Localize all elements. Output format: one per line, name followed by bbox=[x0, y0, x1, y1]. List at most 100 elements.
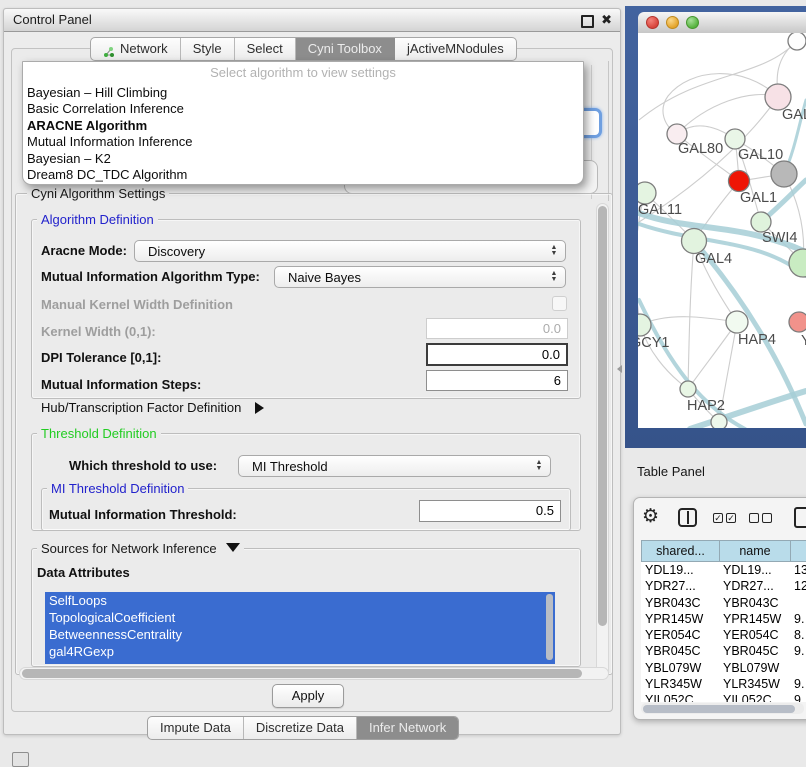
attribute-list-item[interactable]: SelfLoops bbox=[45, 592, 555, 609]
mi-threshold-field[interactable]: 0.5 bbox=[419, 500, 561, 522]
network-node-node-bottom[interactable] bbox=[711, 414, 727, 428]
network-edge[interactable] bbox=[640, 317, 737, 325]
table-cell[interactable]: YIL052C bbox=[641, 692, 719, 702]
network-node-gal11[interactable] bbox=[638, 182, 656, 204]
minimize-traffic-light[interactable] bbox=[666, 16, 679, 29]
control-panel-titlebar[interactable]: Control Panel ✖ bbox=[4, 9, 620, 32]
table-cell[interactable]: 8. bbox=[790, 627, 806, 643]
expander-expanded-icon[interactable] bbox=[226, 543, 240, 552]
mi-algorithm-type-combobox[interactable]: Naive Bayes ▲▼ bbox=[274, 266, 566, 288]
network-edge[interactable] bbox=[688, 322, 737, 389]
table-row[interactable]: YBL079WYBL079W bbox=[641, 660, 806, 676]
column-header-name[interactable]: name bbox=[719, 540, 790, 562]
table-horizontal-scrollbar-thumb[interactable] bbox=[643, 705, 795, 713]
settings-horizontal-scrollbar-thumb[interactable] bbox=[22, 669, 582, 678]
attribute-list-item[interactable]: BetweennessCentrality bbox=[45, 626, 555, 643]
settings-vertical-scrollbar-thumb[interactable] bbox=[598, 206, 607, 626]
network-canvas[interactable]: GALGAL80GAL10GAL1GAL11GAL4SWI4GCY1HAP4YH… bbox=[638, 33, 806, 428]
table-cell[interactable]: YIL052C bbox=[719, 692, 790, 702]
table-cell[interactable]: YDR27... bbox=[641, 578, 719, 594]
table-cell[interactable]: YPR145W bbox=[719, 611, 790, 627]
table-cell[interactable]: YDL19... bbox=[641, 562, 719, 578]
column-layout-icon[interactable] bbox=[678, 508, 697, 527]
zoom-traffic-light[interactable] bbox=[686, 16, 699, 29]
table-cell[interactable]: YER054C bbox=[719, 627, 790, 643]
network-node-big-right[interactable] bbox=[789, 249, 806, 277]
aracne-mode-combobox[interactable]: Discovery ▲▼ bbox=[134, 240, 566, 262]
table-cell[interactable]: YER054C bbox=[641, 627, 719, 643]
table-cell[interactable] bbox=[790, 595, 806, 611]
algorithm-list-item[interactable]: Mutual Information Inference bbox=[27, 134, 579, 150]
network-edge[interactable] bbox=[677, 95, 778, 134]
which-threshold-combobox[interactable]: MI Threshold ▲▼ bbox=[238, 455, 551, 477]
table-cell[interactable]: YLR345W bbox=[719, 676, 790, 692]
table-row[interactable]: YDR27...YDR27...12 bbox=[641, 578, 806, 594]
minimized-panel-icon[interactable] bbox=[12, 752, 29, 767]
tab-style[interactable]: Style bbox=[181, 38, 235, 60]
table-cell[interactable]: 9. bbox=[790, 692, 806, 702]
network-node-gal4[interactable] bbox=[682, 229, 707, 254]
table-horizontal-scrollbar[interactable] bbox=[641, 703, 804, 714]
stepper-arrows-icon[interactable]: ▲▼ bbox=[545, 271, 565, 283]
stepper-arrows-icon[interactable]: ▲▼ bbox=[545, 245, 565, 257]
deselect-all-columns-icon[interactable] bbox=[749, 513, 772, 523]
algorithm-list-item[interactable]: ARACNE Algorithm bbox=[27, 118, 579, 134]
expander-collapsed-icon[interactable] bbox=[255, 402, 264, 414]
column-header-shared-[interactable]: shared... bbox=[641, 540, 719, 562]
table-cell[interactable]: YDL19... bbox=[719, 562, 790, 578]
table-cell[interactable]: YBR043C bbox=[641, 595, 719, 611]
table-cell[interactable]: YPR145W bbox=[641, 611, 719, 627]
table-cell[interactable]: YBR045C bbox=[641, 643, 719, 659]
table-cell[interactable]: 9. bbox=[790, 676, 806, 692]
table-cell[interactable]: YBR043C bbox=[719, 595, 790, 611]
table-row[interactable]: YPR145WYPR145W9. bbox=[641, 611, 806, 627]
table-cell[interactable]: 13 bbox=[790, 562, 806, 578]
network-node-hap4[interactable] bbox=[726, 311, 748, 333]
attribute-list-item[interactable]: gal4RGexp bbox=[45, 643, 555, 660]
network-window-titlebar[interactable] bbox=[638, 12, 806, 34]
table-cell[interactable]: 9. bbox=[790, 643, 806, 659]
table-cell[interactable]: 9. bbox=[790, 611, 806, 627]
table-row[interactable]: YBR045CYBR045C9. bbox=[641, 643, 806, 659]
data-attributes-list[interactable]: SelfLoopsTopologicalCoefficientBetweenne… bbox=[45, 592, 555, 664]
table-cell[interactable]: YBR045C bbox=[719, 643, 790, 659]
table-row[interactable]: YIL052CYIL052C9. bbox=[641, 692, 806, 702]
table-cell[interactable] bbox=[790, 660, 806, 676]
sources-title[interactable]: Sources for Network Inference bbox=[37, 541, 244, 556]
table-row[interactable]: YDL19...YDL19...13 bbox=[641, 562, 806, 578]
table-cell[interactable]: YDR27... bbox=[719, 578, 790, 594]
table-row[interactable]: YBR043CYBR043C bbox=[641, 595, 806, 611]
tab-infer-network[interactable]: Infer Network bbox=[357, 717, 458, 739]
kernel-width-field[interactable]: 0.0 bbox=[426, 318, 568, 339]
settings-gear-icon[interactable]: ⚙ bbox=[642, 506, 659, 528]
tab-cyni-toolbox[interactable]: Cyni Toolbox bbox=[296, 38, 395, 60]
tab-impute-data[interactable]: Impute Data bbox=[148, 717, 244, 739]
attribute-list-item[interactable]: TopologicalCoefficient bbox=[45, 609, 555, 626]
hub-tf-definition-expander[interactable]: Hub/Transcription Factor Definition bbox=[41, 400, 264, 415]
network-node-swi4[interactable] bbox=[751, 212, 771, 232]
network-node-salmon-node[interactable] bbox=[789, 312, 806, 332]
algorithm-list-item[interactable]: Basic Correlation Inference bbox=[27, 101, 579, 117]
select-all-columns-icon[interactable]: ✓ ✓ bbox=[713, 513, 736, 523]
list-scrollbar-thumb[interactable] bbox=[546, 594, 553, 660]
algorithm-list-item[interactable]: Bayesian – K2 bbox=[27, 151, 579, 167]
stepper-arrows-icon[interactable]: ▲▼ bbox=[530, 460, 550, 472]
tab-network[interactable]: Network bbox=[91, 38, 181, 60]
table-mode-icon[interactable] bbox=[794, 507, 806, 528]
algorithm-list-item[interactable]: Dream8 DC_TDC Algorithm bbox=[27, 167, 579, 183]
table-cell[interactable]: YBL079W bbox=[719, 660, 790, 676]
table-cell[interactable]: 12 bbox=[790, 578, 806, 594]
network-node-gal10[interactable] bbox=[725, 129, 745, 149]
table-cell[interactable]: YLR345W bbox=[641, 676, 719, 692]
network-node-hap2[interactable] bbox=[680, 381, 696, 397]
algorithm-list-item[interactable]: Bayesian – Hill Climbing bbox=[27, 85, 579, 101]
mi-steps-field[interactable]: 6 bbox=[426, 370, 568, 391]
tab-select[interactable]: Select bbox=[235, 38, 296, 60]
network-node-gal1[interactable] bbox=[729, 171, 750, 192]
close-traffic-light[interactable] bbox=[646, 16, 659, 29]
network-node-node-top[interactable] bbox=[788, 33, 806, 50]
float-window-icon[interactable] bbox=[581, 15, 594, 28]
tab-jactivemnodules[interactable]: jActiveMNodules bbox=[395, 38, 516, 60]
manual-kernel-width-checkbox[interactable] bbox=[552, 296, 567, 311]
column-header-a[interactable]: A bbox=[790, 540, 806, 562]
